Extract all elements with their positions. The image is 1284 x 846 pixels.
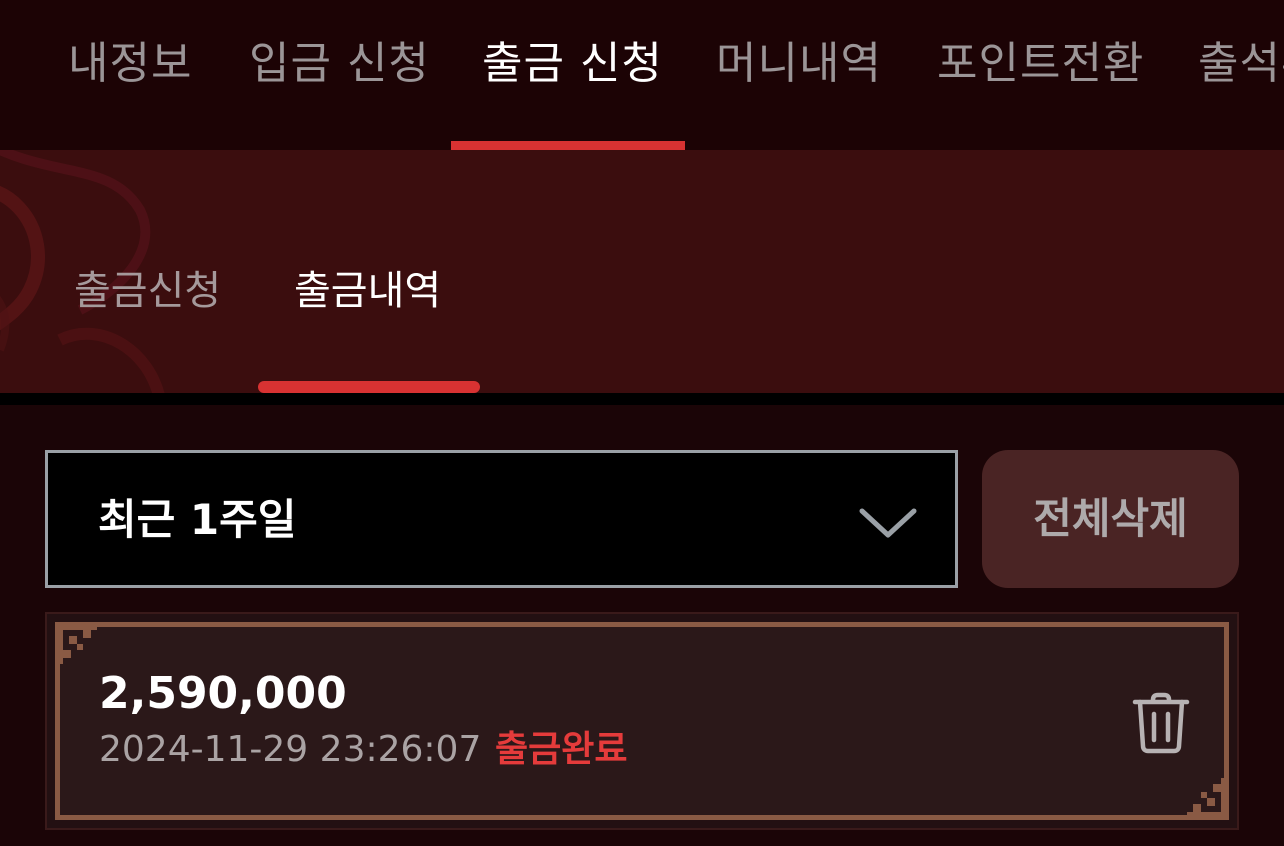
status-badge: 출금완료 [495,729,628,770]
period-select[interactable]: 최근 1주일 [45,450,958,588]
tab-point-convert[interactable]: 포인트전환 [937,36,1144,92]
tab-withdraw-request[interactable]: 출금 신청 [482,36,663,92]
tab-my-info[interactable]: 내정보 [68,36,192,92]
subtab-withdraw-history[interactable]: 출금내역 [294,266,441,316]
period-select-value: 최근 1주일 [98,495,297,544]
chevron-down-icon [859,508,917,538]
section-divider [0,393,1284,405]
active-subtab-indicator [258,381,480,393]
delete-all-button[interactable]: 전체삭제 [982,450,1239,588]
tab-deposit-request[interactable]: 입금 신청 [249,36,430,92]
tab-attendance[interactable]: 출석부 [1198,36,1284,92]
subtab-withdraw-request[interactable]: 출금신청 [74,266,221,316]
sub-nav: 출금신청 출금내역 [0,150,1284,393]
withdrawal-amount: 2,590,000 [99,668,347,719]
active-tab-indicator [451,141,685,150]
top-nav: 내정보 입금 신청 출금 신청 머니내역 포인트전환 출석부 [0,0,1284,150]
trash-icon[interactable] [1131,692,1191,754]
corner-ornament-icon [1187,778,1229,820]
withdrawal-record-card: 2,590,000 2024-11-29 23:26:07 출금완료 [45,612,1239,830]
tab-money-history[interactable]: 머니내역 [716,36,882,92]
withdrawal-datetime: 2024-11-29 23:26:07 [99,729,482,770]
corner-ornament-icon [55,622,97,664]
